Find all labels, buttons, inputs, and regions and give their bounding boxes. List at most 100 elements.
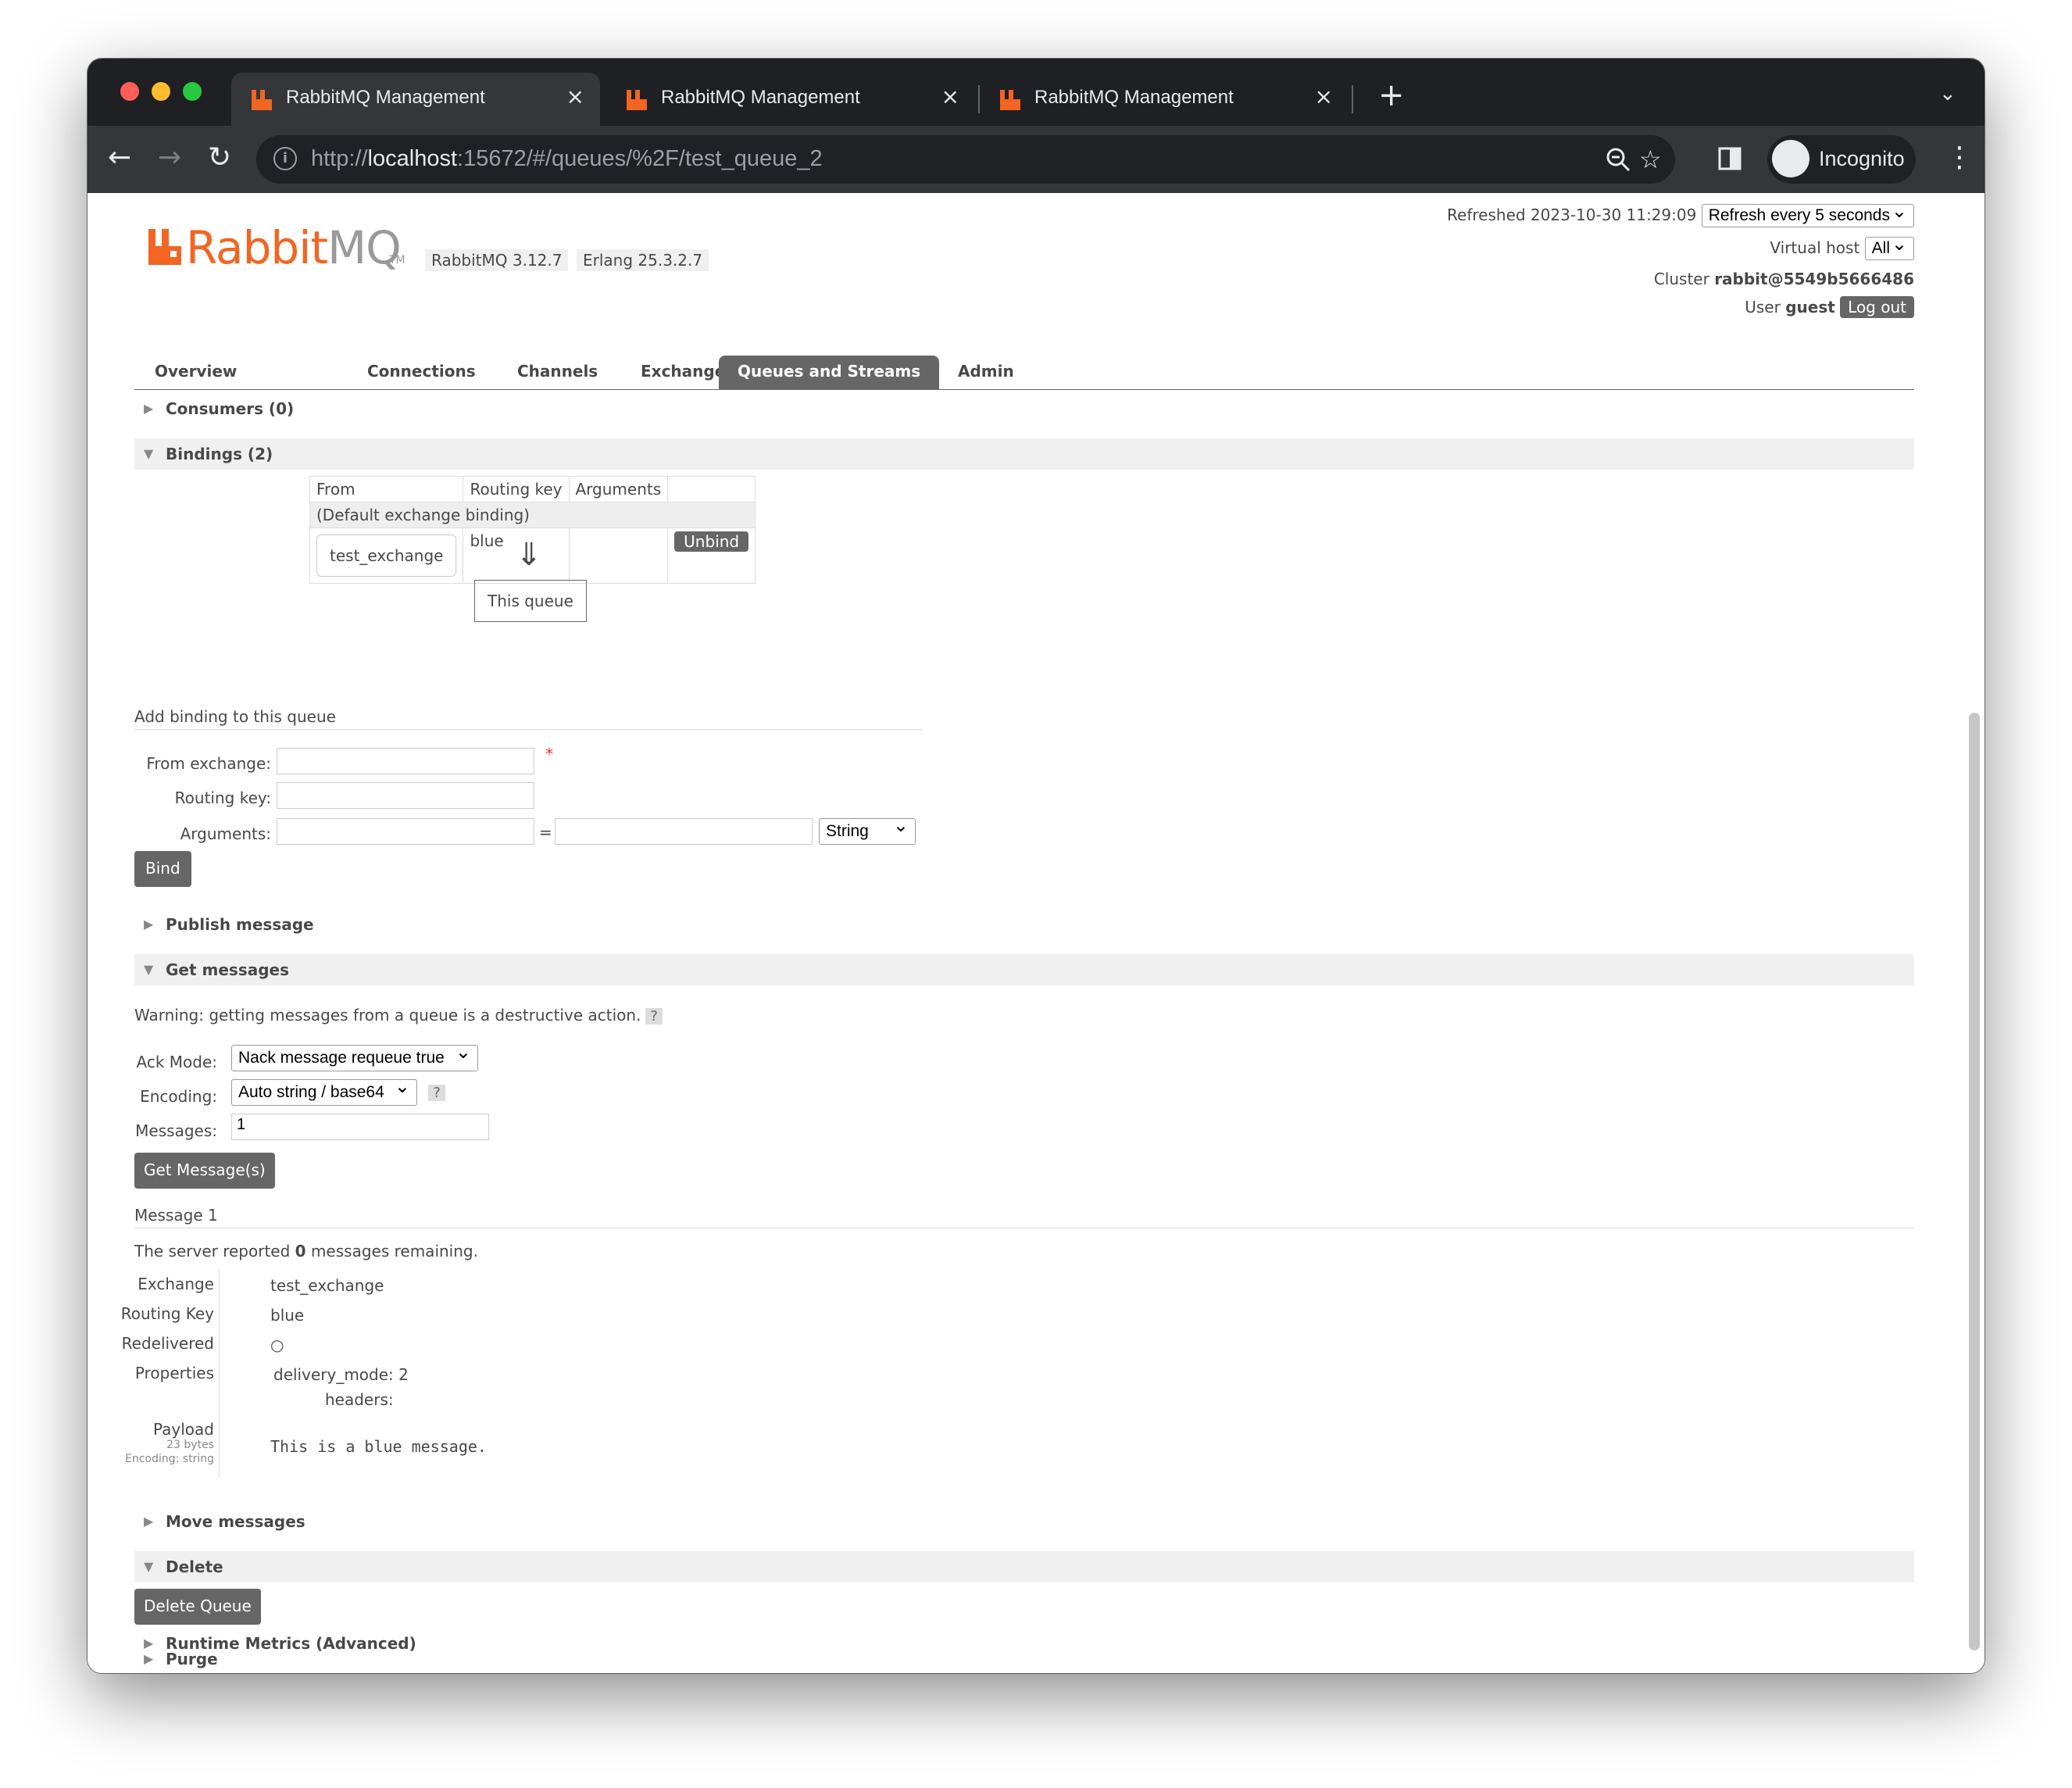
browser-tab-1[interactable]: RabbitMQ Management × xyxy=(231,73,600,126)
get-messages-button[interactable]: Get Message(s) xyxy=(134,1153,275,1189)
section-publish-message[interactable]: ▶ Publish message xyxy=(134,909,1914,940)
browser-toolbar: ← → ↻ i http://localhost:15672/#/queues/… xyxy=(88,126,1984,193)
table-row-default-binding: (Default exchange binding) xyxy=(309,502,756,528)
refresh-row: Refreshed 2023-10-30 11:29:09 Refresh ev… xyxy=(1447,200,1914,227)
rabbitmq-version-badge: RabbitMQ 3.12.7 xyxy=(425,249,569,271)
routing-key-input[interactable] xyxy=(277,782,534,809)
collapse-triangle-icon: ▼ xyxy=(144,446,154,461)
forward-arrow-icon[interactable]: → xyxy=(158,141,181,173)
site-info-icon[interactable]: i xyxy=(273,147,297,170)
user-row: User guest Log out xyxy=(1745,296,1914,318)
argument-type-select[interactable]: String xyxy=(819,814,916,845)
from-exchange-label: From exchange: xyxy=(146,754,271,773)
browser-tab-3[interactable]: RabbitMQ Management × xyxy=(980,73,1349,126)
section-get-messages[interactable]: ▼ Get messages xyxy=(134,954,1914,985)
tab-close-icon[interactable]: × xyxy=(1315,84,1333,109)
expand-triangle-icon: ▶ xyxy=(144,917,154,932)
exchange-link[interactable]: test_exchange xyxy=(316,535,457,577)
new-tab-button[interactable]: + xyxy=(1378,77,1405,113)
delete-queue-button[interactable]: Delete Queue xyxy=(134,1589,261,1625)
rabbitmq-favicon-icon xyxy=(252,90,272,110)
help-icon[interactable]: ? xyxy=(428,1085,445,1101)
back-arrow-icon[interactable]: ← xyxy=(108,141,131,173)
kebab-menu-icon[interactable]: ⋮ xyxy=(1945,141,1974,173)
bind-button[interactable]: Bind xyxy=(134,851,191,887)
logo-wordmark: RabbitMQ xyxy=(186,221,402,274)
rabbitmq-favicon-icon xyxy=(1000,90,1020,110)
zoom-magnifier-icon[interactable] xyxy=(1605,146,1631,173)
tab-queues-and-streams[interactable]: Queues and Streams xyxy=(719,356,940,390)
close-window-button[interactable] xyxy=(120,82,139,101)
argument-key-input[interactable] xyxy=(277,818,534,845)
browser-tab-2[interactable]: RabbitMQ Management × xyxy=(606,73,975,126)
section-bindings[interactable]: ▼ Bindings (2) xyxy=(134,438,1914,470)
url-text[interactable]: http://localhost:15672/#/queues/%2F/test… xyxy=(311,146,823,172)
section-consumers[interactable]: ▶ Consumers (0) xyxy=(134,393,1914,424)
main-nav: Overview Connections Channels Exchanges … xyxy=(134,356,1914,390)
tab-connections[interactable]: Connections xyxy=(367,362,476,381)
expand-triangle-icon: ▶ xyxy=(144,1514,154,1529)
screen: RabbitMQ Management × RabbitMQ Managemen… xyxy=(0,0,2072,1788)
unbind-button[interactable]: Unbind xyxy=(674,531,749,552)
help-icon[interactable]: ? xyxy=(645,1008,663,1025)
bookmark-star-icon[interactable]: ☆ xyxy=(1639,145,1662,174)
messages-count-label: Messages: xyxy=(135,1121,217,1140)
argument-value-input[interactable] xyxy=(555,818,813,845)
argument-type-wrapper: String xyxy=(819,814,916,845)
refresh-interval-select[interactable]: Refresh every 5 seconds xyxy=(1701,200,1914,227)
tab-search-chevron-icon[interactable]: ⌄ xyxy=(1939,82,1956,105)
section-runtime-metrics[interactable]: ▶ Runtime Metrics (Advanced) xyxy=(134,1628,1914,1659)
incognito-icon xyxy=(1772,140,1809,177)
headers-property-label: headers: xyxy=(325,1390,394,1409)
page-content: RabbitMQ TM RabbitMQ 3.12.7 Erlang 25.3.… xyxy=(88,193,1984,1673)
ack-mode-select[interactable]: Nack message requeue true xyxy=(231,1041,478,1071)
payload-encoding: Encoding: string xyxy=(125,1453,214,1465)
section-delete[interactable]: ▼ Delete xyxy=(134,1551,1914,1582)
address-bar[interactable]: i http://localhost:15672/#/queues/%2F/te… xyxy=(256,135,1675,184)
message-divider xyxy=(219,1270,220,1478)
reload-icon[interactable]: ↻ xyxy=(208,141,231,173)
encoding-select[interactable]: Auto string / base64 xyxy=(231,1075,417,1106)
section-title: Bindings (2) xyxy=(166,445,273,463)
delivery-mode-value: 2 xyxy=(398,1365,409,1384)
column-header-routing-key: Routing key xyxy=(463,476,570,502)
refreshed-timestamp: Refreshed 2023-10-30 11:29:09 xyxy=(1447,206,1697,224)
column-header-actions xyxy=(667,476,756,502)
default-binding-label: (Default exchange binding) xyxy=(309,502,756,528)
section-title: Get messages xyxy=(166,960,289,979)
column-header-arguments: Arguments xyxy=(568,476,669,502)
tab-strip: RabbitMQ Management × RabbitMQ Managemen… xyxy=(88,59,1984,126)
logout-button[interactable]: Log out xyxy=(1840,296,1914,318)
maximize-window-button[interactable] xyxy=(183,82,202,101)
scrollbar-thumb[interactable] xyxy=(1969,713,1980,1650)
section-move-messages[interactable]: ▶ Move messages xyxy=(134,1506,1914,1537)
equals-sign: = xyxy=(539,823,552,842)
redelivered-indicator: ○ xyxy=(270,1336,284,1354)
column-header-from: From xyxy=(309,476,464,502)
minimize-window-button[interactable] xyxy=(152,82,170,101)
tab-close-icon[interactable]: × xyxy=(566,84,584,109)
exchange-field-label: Exchange xyxy=(138,1275,214,1293)
vhost-select[interactable]: All xyxy=(1864,233,1914,260)
ack-mode-wrapper: Nack message requeue true xyxy=(231,1041,478,1071)
tab-admin[interactable]: Admin xyxy=(958,362,1014,381)
cluster-label: Cluster xyxy=(1653,270,1709,288)
tab-channels[interactable]: Channels xyxy=(517,362,598,381)
tab-overview[interactable]: Overview xyxy=(155,362,237,381)
messages-count-input[interactable]: 1 xyxy=(231,1114,489,1140)
rabbitmq-logo-mark-icon xyxy=(148,229,181,265)
tab-close-icon[interactable]: × xyxy=(941,84,959,109)
cluster-name: rabbit@5549b5666486 xyxy=(1714,270,1914,288)
tab-title: RabbitMQ Management xyxy=(286,87,485,108)
payload-size: 23 bytes xyxy=(166,1439,214,1451)
from-exchange-input[interactable] xyxy=(277,748,534,774)
binding-from-cell: test_exchange xyxy=(309,527,464,584)
section-title: Delete xyxy=(166,1557,223,1576)
section-title: Consumers (0) xyxy=(166,399,295,418)
collapse-triangle-icon: ▼ xyxy=(144,962,154,977)
erlang-version-badge: Erlang 25.3.2.7 xyxy=(577,249,709,271)
incognito-badge[interactable]: Incognito xyxy=(1767,135,1916,184)
side-panel-icon[interactable] xyxy=(1717,146,1742,171)
remaining-count: 0 xyxy=(295,1242,306,1261)
destructive-warning: Warning: getting messages from a queue i… xyxy=(134,1006,663,1025)
